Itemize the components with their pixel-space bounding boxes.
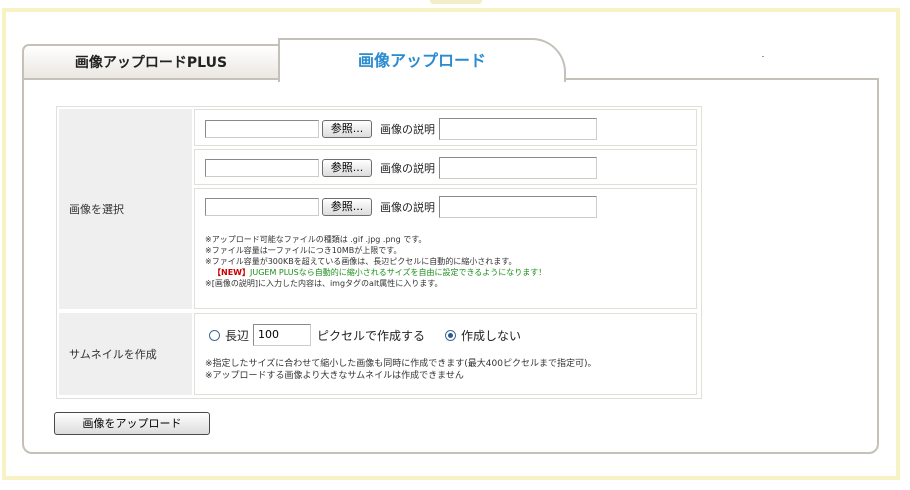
browse-button-2[interactable]: 参照... <box>322 159 372 177</box>
note-file-size: ※ファイル容量は一ファイルにつき10MBが上限です。 <box>205 246 402 255</box>
no-thumbnail-radio[interactable] <box>445 329 457 341</box>
upload-notes: ※アップロード可能なファイルの種類は .gif .jpg .png です。 ※フ… <box>205 234 546 289</box>
create-thumbnail-label: サムネイルを作成 <box>59 313 192 395</box>
browse-button-3[interactable]: 参照... <box>322 198 372 216</box>
thumb-note-2: ※アップロードする画像より大きなサムネイルは作成できません <box>205 371 464 381</box>
thumb-note-1: ※指定したサイズに合わせて縮小した画像も同時に作成できます(最大400ピクセルま… <box>205 359 597 369</box>
tab-upload[interactable]: 画像アップロード <box>278 38 566 82</box>
desc-label-2: 画像の説明 <box>380 162 435 175</box>
desc-label-3: 画像の説明 <box>380 201 435 214</box>
file-input-2[interactable] <box>205 159 319 177</box>
top-decoration <box>430 0 482 4</box>
desc-input-3[interactable] <box>439 196 597 218</box>
create-thumbnail-label-text: サムネイルを作成 <box>69 348 157 361</box>
note-alt-attribute: ※[画像の説明]に入力した内容は、imgタグのalt属性に入ります。 <box>205 279 443 288</box>
dot-mark <box>762 56 764 57</box>
file-input-3[interactable] <box>205 198 319 216</box>
desc-input-2[interactable] <box>439 157 597 179</box>
desc-label-1: 画像の説明 <box>380 123 435 136</box>
file-row-2: 参照... 画像の説明 <box>194 149 697 185</box>
thumbnail-row: 長辺 100 ピクセルで作成する 作成しない ※指定したサイズに合わせて縮小した… <box>194 313 697 395</box>
file-row-1: 参照... 画像の説明 <box>194 109 697 146</box>
no-thumbnail-label: 作成しない <box>461 328 522 343</box>
new-tag: 【NEW】 <box>213 268 250 277</box>
note-auto-resize: ※ファイル容量が300KBを超えている画像は、長辺ピクセルに自動的に縮小されます… <box>205 257 517 266</box>
select-image-label: 画像を選択 <box>59 109 192 309</box>
tab-upload-plus[interactable]: 画像アップロードPLUS <box>22 44 280 78</box>
long-side-label: 長辺 <box>225 328 250 343</box>
note-file-types: ※アップロード可能なファイルの種類は .gif .jpg .png です。 <box>205 235 427 244</box>
note-plus-promo: 【NEW】JUGEM PLUSなら自動的に縮小されるサイズを自由に設定できるよう… <box>205 267 546 278</box>
file-row-3: 参照... 画像の説明 ※アップロード可能なファイルの種類は .gif .jpg… <box>194 188 697 309</box>
long-side-radio[interactable] <box>209 329 220 341</box>
thumbnail-notes: ※指定したサイズに合わせて縮小した画像も同時に作成できます(最大400ピクセルま… <box>205 358 596 382</box>
create-pixels-label: ピクセルで作成する <box>317 328 426 343</box>
upload-form: 画像を選択 参照... 画像の説明 参照... 画像の説明 参照... 画像の説… <box>56 106 702 399</box>
new-note-text: JUGEM PLUSなら自動的に縮小されるサイズを自由に設定できるようになります… <box>249 268 547 277</box>
browse-button-1[interactable]: 参照... <box>322 120 372 138</box>
select-image-label-text: 画像を選択 <box>69 203 124 216</box>
file-input-1[interactable] <box>205 120 319 138</box>
upload-image-button[interactable]: 画像をアップロード <box>54 412 210 435</box>
pixel-size-input[interactable]: 100 <box>253 324 312 346</box>
desc-input-1[interactable] <box>439 118 597 140</box>
